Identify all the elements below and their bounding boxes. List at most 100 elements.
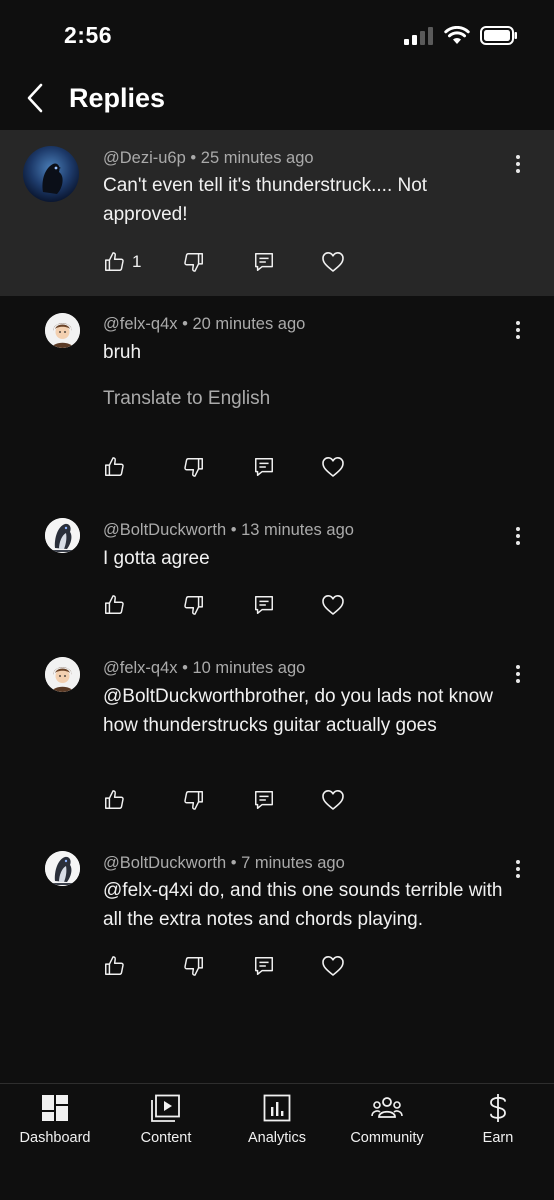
heart-icon [321, 456, 345, 478]
comment-actions [103, 590, 363, 620]
more-options-button[interactable] [506, 521, 530, 551]
avatar[interactable] [23, 146, 79, 202]
back-button[interactable] [18, 80, 52, 120]
thumbs-up-icon [103, 456, 125, 478]
nav-label: Content [140, 1130, 192, 1146]
comment-handle[interactable]: @felx-q4x [103, 315, 178, 333]
comment-actions [103, 951, 363, 981]
comment-timestamp: 7 minutes ago [241, 854, 345, 872]
heart-button[interactable] [321, 785, 345, 815]
comment-text: bruh [103, 342, 142, 363]
comment-handle[interactable]: @BoltDuckworth [103, 521, 226, 539]
header: Replies [0, 72, 554, 128]
nav-analytics[interactable]: Analytics [222, 1092, 332, 1154]
heart-icon [321, 789, 345, 811]
parent-comment: @Dezi-u6p • 25 minutes ago Can't even te… [0, 130, 554, 296]
dislike-button[interactable] [183, 452, 205, 482]
dislike-button[interactable] [183, 951, 205, 981]
bottom-nav: Dashboard Content Analytics Community Ea… [0, 1083, 554, 1200]
comment-meta: @Dezi-u6p • 25 minutes ago [103, 149, 314, 168]
reply-icon [253, 456, 275, 478]
nav-dashboard[interactable]: Dashboard [0, 1092, 110, 1154]
nav-content[interactable]: Content [111, 1092, 221, 1154]
reply-icon [253, 594, 275, 616]
heart-button[interactable] [321, 590, 345, 620]
thumbs-up-icon [103, 955, 125, 977]
comment-meta: @BoltDuckworth • 13 minutes ago [103, 521, 354, 540]
comment-text: @felx-q4xi do, and this one sounds terri… [103, 880, 503, 930]
dislike-button[interactable] [183, 785, 205, 815]
wifi-icon [444, 25, 470, 50]
comment-text: I gotta agree [103, 548, 210, 569]
reply-icon [253, 251, 275, 273]
heart-button[interactable] [321, 452, 345, 482]
thumbs-down-icon [183, 594, 205, 616]
like-button[interactable] [103, 590, 125, 620]
comment-actions [103, 452, 363, 482]
dislike-button[interactable] [183, 247, 205, 277]
reply-button[interactable] [253, 590, 275, 620]
meta-separator: • [182, 659, 188, 677]
thumbs-up-icon [103, 594, 125, 616]
page-title: Replies [69, 83, 166, 113]
reply-button[interactable] [253, 785, 275, 815]
dislike-button[interactable] [183, 590, 205, 620]
like-button[interactable] [103, 452, 125, 482]
chevron-left-icon [26, 83, 44, 118]
cellular-signal-icon [404, 26, 434, 50]
translate-link[interactable]: Translate to English [103, 388, 270, 410]
like-button[interactable]: 1 [103, 247, 141, 277]
nav-label: Analytics [247, 1130, 307, 1146]
heart-button[interactable] [321, 951, 345, 981]
reply-comment: @felx-q4x • 20 minutes ago bruh Translat… [0, 296, 554, 502]
avatar[interactable] [45, 313, 80, 348]
like-button[interactable] [103, 951, 125, 981]
dollar-icon [487, 1092, 509, 1124]
nav-community[interactable]: Community [332, 1092, 442, 1154]
comment-actions [103, 785, 363, 815]
battery-icon [480, 26, 518, 50]
community-icon [371, 1092, 403, 1124]
status-time: 2:56 [64, 22, 113, 48]
heart-button[interactable] [321, 247, 345, 277]
meta-separator: • [182, 315, 188, 333]
reply-comment: @BoltDuckworth • 7 minutes ago @felx-q4x… [0, 835, 554, 1005]
comment-actions: 1 [103, 247, 363, 277]
comment-text: Can't even tell it's thunderstruck.... N… [103, 175, 428, 225]
more-options-button[interactable] [506, 149, 530, 179]
reply-button[interactable] [253, 452, 275, 482]
status-bar: 2:56 [0, 0, 554, 70]
meta-separator: • [230, 521, 237, 539]
comment-handle[interactable]: @Dezi-u6p [103, 149, 186, 167]
meta-separator: • [190, 149, 197, 167]
thumbs-up-icon [103, 251, 125, 273]
more-options-button[interactable] [506, 659, 530, 689]
thumbs-down-icon [183, 456, 205, 478]
reply-button[interactable] [253, 247, 275, 277]
like-count: 1 [132, 252, 142, 271]
more-options-button[interactable] [506, 854, 530, 884]
comment-timestamp: 20 minutes ago [192, 315, 306, 333]
thumbs-up-icon [103, 789, 125, 811]
like-button[interactable] [103, 785, 125, 815]
meta-separator: • [230, 854, 237, 872]
avatar[interactable] [45, 851, 80, 886]
comment-handle[interactable]: @felx-q4x [103, 659, 178, 677]
comment-handle[interactable]: @BoltDuckworth [103, 854, 226, 872]
comment-timestamp: 13 minutes ago [241, 521, 354, 539]
avatar[interactable] [45, 518, 80, 553]
reply-button[interactable] [253, 951, 275, 981]
nav-label: Community [350, 1130, 424, 1146]
more-options-button[interactable] [506, 315, 530, 345]
reply-icon [253, 789, 275, 811]
thumbs-down-icon [183, 955, 205, 977]
avatar[interactable] [45, 657, 80, 692]
heart-icon [321, 594, 345, 616]
status-icons [404, 25, 518, 50]
heart-icon [321, 955, 345, 977]
nav-earn[interactable]: Earn [443, 1092, 553, 1154]
analytics-icon [263, 1092, 291, 1124]
comment-meta: @BoltDuckworth • 7 minutes ago [103, 854, 345, 873]
comment-text: @BoltDuckworthbrother, do you lads not k… [103, 686, 493, 736]
dashboard-icon [41, 1092, 69, 1124]
